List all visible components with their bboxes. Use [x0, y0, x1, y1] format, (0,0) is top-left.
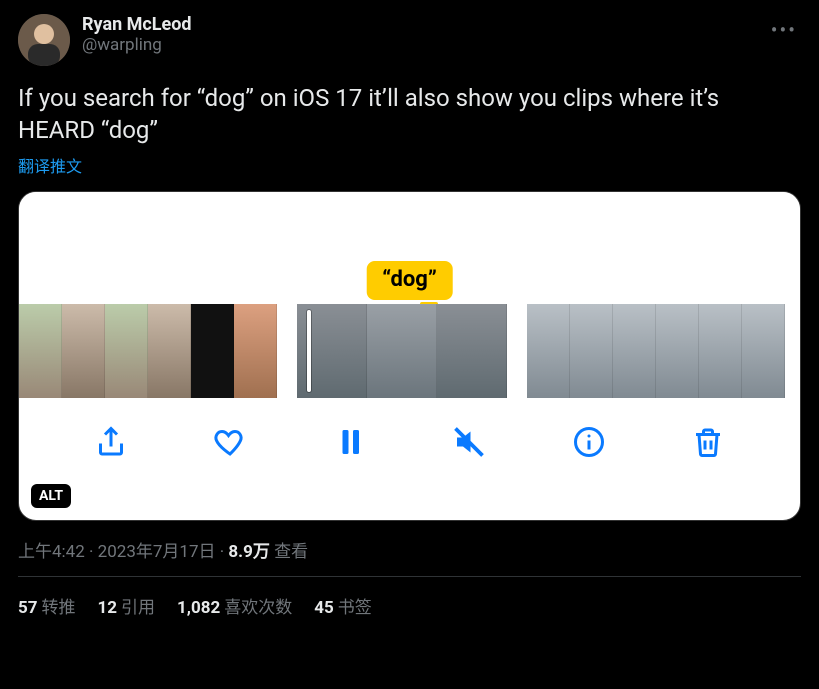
mute-icon: [451, 424, 487, 460]
delete-button[interactable]: [690, 424, 726, 460]
share-icon: [93, 424, 129, 460]
retweets-count: 57: [18, 598, 38, 618]
playhead[interactable]: [307, 310, 311, 392]
info-button[interactable]: [571, 424, 607, 460]
clip-strip-3[interactable]: [527, 304, 785, 398]
more-button[interactable]: •••: [767, 14, 801, 46]
likes-label: 喜欢次数: [224, 598, 292, 618]
frame: [527, 304, 570, 398]
pause-button[interactable]: [332, 424, 368, 460]
translate-link[interactable]: 翻译推文: [18, 153, 82, 177]
quotes-count: 12: [98, 598, 118, 618]
likes-count: 1,082: [177, 598, 220, 618]
handle: @warpling: [82, 35, 192, 55]
retweets-stat[interactable]: 57转推: [18, 593, 76, 618]
frame: [437, 304, 507, 398]
frame: [570, 304, 613, 398]
likes-stat[interactable]: 1,082喜欢次数: [177, 593, 292, 618]
clip-strip-1[interactable]: [19, 304, 277, 398]
retweets-label: 转推: [42, 598, 76, 618]
frame: [105, 304, 148, 398]
frame: [699, 304, 742, 398]
bookmarks-stat[interactable]: 45书签: [314, 593, 372, 618]
trash-icon: [690, 424, 726, 460]
info-icon: [571, 424, 607, 460]
time: 上午4:42: [18, 542, 85, 562]
bookmarks-label: 书签: [338, 598, 372, 618]
frame: [613, 304, 656, 398]
quotes-label: 引用: [121, 598, 155, 618]
views-label: 查看: [274, 542, 308, 562]
frame: [367, 304, 437, 398]
frame: [62, 304, 105, 398]
separator: ·: [216, 542, 229, 562]
engagement-stats: 57转推 12引用 1,082喜欢次数 45书签: [18, 577, 801, 628]
clip-strip-2[interactable]: [297, 304, 507, 398]
heart-icon: [212, 424, 248, 460]
pause-icon: [332, 424, 368, 460]
frame: [191, 304, 234, 398]
alt-badge[interactable]: ALT: [31, 484, 71, 508]
tweet-text: If you search for “dog” on iOS 17 it’ll …: [18, 82, 801, 147]
share-button[interactable]: [93, 424, 129, 460]
bookmarks-count: 45: [314, 598, 334, 618]
caption-pill: “dog”: [366, 261, 453, 300]
frame: [742, 304, 785, 398]
separator: ·: [85, 542, 98, 562]
display-name: Ryan McLeod: [82, 14, 192, 35]
tweet-header: Ryan McLeod @warpling •••: [18, 14, 801, 66]
frame: [19, 304, 62, 398]
media-toolbar: [19, 398, 800, 486]
mute-button[interactable]: [451, 424, 487, 460]
tweet-meta[interactable]: 上午4:42 · 2023年7月17日 · 8.9万 查看: [18, 537, 801, 562]
views-count: 8.9万: [228, 542, 269, 562]
date: 2023年7月17日: [98, 542, 216, 562]
frame: [234, 304, 277, 398]
frame: [656, 304, 699, 398]
like-button[interactable]: [212, 424, 248, 460]
filmstrip[interactable]: [19, 304, 800, 398]
media-preview-top: “dog”: [19, 192, 800, 304]
media-card[interactable]: “dog”: [18, 191, 801, 521]
frame: [148, 304, 191, 398]
quotes-stat[interactable]: 12引用: [98, 593, 156, 618]
tweet-container: Ryan McLeod @warpling ••• If you search …: [0, 0, 819, 628]
author-block[interactable]: Ryan McLeod @warpling: [82, 14, 192, 55]
avatar[interactable]: [18, 14, 70, 66]
